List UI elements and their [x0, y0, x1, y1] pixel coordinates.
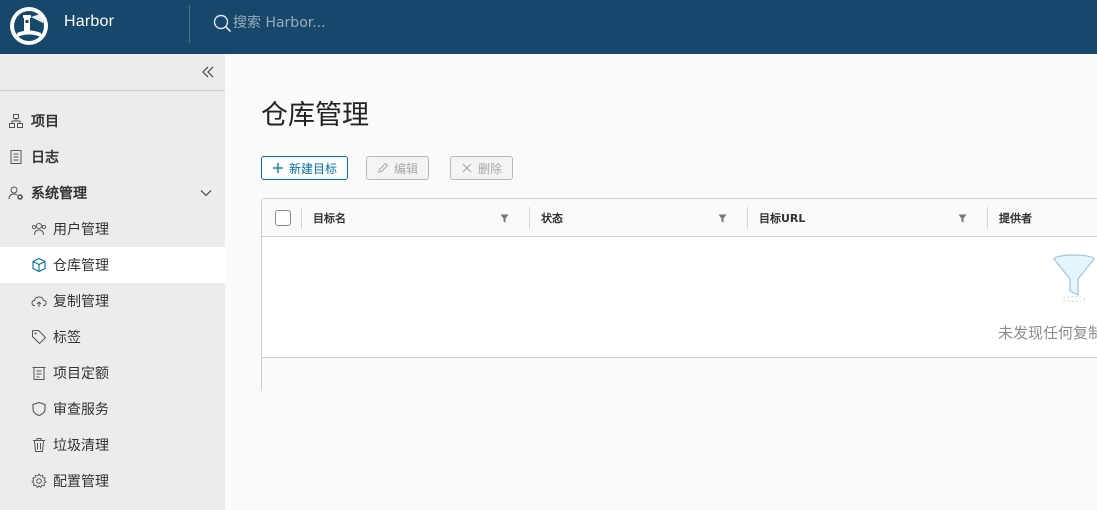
- page-title: 仓库管理: [261, 100, 369, 131]
- sidebar-item-label: 系统管理: [31, 186, 87, 202]
- sidebar-item-label: 复制管理: [53, 294, 109, 310]
- sidebar: 项目 日志 系统管理 用户管理 仓库管理 复制管理 标签 项目定额 审查服务 垃…: [0, 54, 225, 510]
- delete-label: 删除: [478, 161, 503, 176]
- sidebar-item-replications[interactable]: 复制管理: [0, 283, 225, 319]
- quota-icon: [32, 367, 46, 380]
- column-separator: [747, 207, 748, 229]
- empty-state-text: 未发现任何复制: [998, 324, 1097, 342]
- new-target-label: 新建目标: [289, 161, 338, 176]
- select-all-checkbox[interactable]: [275, 210, 291, 226]
- sidebar-divider: [0, 90, 225, 91]
- column-separator: [529, 207, 530, 229]
- sidebar-item-registries[interactable]: 仓库管理: [0, 247, 225, 283]
- log-icon: [10, 150, 22, 164]
- app-title[interactable]: Harbor: [64, 13, 114, 31]
- edit-label: 编辑: [394, 161, 419, 176]
- project-icon: [9, 114, 23, 128]
- sidebar-item-label: 标签: [53, 330, 81, 346]
- system-admin-icon: [8, 186, 23, 200]
- sidebar-item-label: 项目定额: [53, 366, 109, 382]
- plus-icon: [273, 163, 283, 173]
- tag-icon: [32, 330, 47, 345]
- users-icon: [31, 223, 47, 236]
- header-divider: [189, 5, 190, 43]
- sidebar-item-project-quotas[interactable]: 项目定额: [0, 355, 225, 391]
- harbor-logo-icon[interactable]: [9, 6, 49, 46]
- filter-icon[interactable]: [500, 214, 509, 223]
- column-separator: [987, 207, 988, 229]
- trash-icon: [33, 438, 45, 452]
- sidebar-item-configuration[interactable]: 配置管理: [0, 463, 225, 499]
- global-search: [212, 13, 533, 33]
- new-target-button[interactable]: 新建目标: [261, 156, 349, 180]
- filter-icon[interactable]: [718, 214, 727, 223]
- sidebar-item-label: 垃圾清理: [53, 438, 109, 454]
- close-icon: [462, 163, 472, 173]
- column-header-target-url[interactable]: 目标URL: [759, 199, 805, 236]
- sidebar-item-label: 仓库管理: [53, 258, 109, 274]
- sidebar-item-system-admin[interactable]: 系统管理: [0, 175, 225, 211]
- search-icon[interactable]: [212, 13, 232, 33]
- empty-filter-funnel-icon: [1053, 254, 1095, 302]
- registry-box-icon: [32, 257, 46, 273]
- sidebar-item-interrogation-services[interactable]: 审查服务: [0, 391, 225, 427]
- table-body: 未发现任何复制: [262, 237, 1097, 357]
- table-header: 目标名 状态 目标URL 提供者: [262, 199, 1097, 237]
- sidebar-item-label: 用户管理: [53, 222, 109, 238]
- sidebar-item-logs[interactable]: 日志: [0, 139, 225, 175]
- shield-icon: [32, 401, 46, 417]
- sidebar-item-projects[interactable]: 项目: [0, 103, 225, 139]
- search-input[interactable]: [233, 15, 533, 31]
- column-separator: [301, 207, 302, 229]
- pencil-icon: [378, 162, 389, 173]
- sidebar-item-label: 审查服务: [53, 402, 109, 418]
- sidebar-item-garbage-collection[interactable]: 垃圾清理: [0, 427, 225, 463]
- filter-icon[interactable]: [958, 214, 967, 223]
- gear-icon: [31, 473, 47, 489]
- column-header-target-name[interactable]: 目标名: [313, 199, 346, 236]
- chevron-down-icon[interactable]: [199, 186, 213, 200]
- collapse-sidebar-icon[interactable]: [199, 64, 217, 80]
- sidebar-item-label: 配置管理: [53, 474, 109, 490]
- edit-button[interactable]: 编辑: [366, 156, 430, 180]
- column-header-provider[interactable]: 提供者: [999, 199, 1032, 236]
- top-header: Harbor: [0, 0, 1097, 54]
- sidebar-item-users[interactable]: 用户管理: [0, 211, 225, 247]
- column-header-status[interactable]: 状态: [541, 199, 563, 236]
- sidebar-item-label: 项目: [31, 114, 59, 130]
- table-footer: [262, 357, 1097, 392]
- sidebar-item-labels[interactable]: 标签: [0, 319, 225, 355]
- delete-button[interactable]: 删除: [450, 156, 514, 180]
- cloud-replication-icon: [31, 296, 47, 307]
- sidebar-item-label: 日志: [31, 150, 59, 166]
- registry-endpoints-table: 目标名 状态 目标URL 提供者 未发现任何复制: [261, 198, 1097, 392]
